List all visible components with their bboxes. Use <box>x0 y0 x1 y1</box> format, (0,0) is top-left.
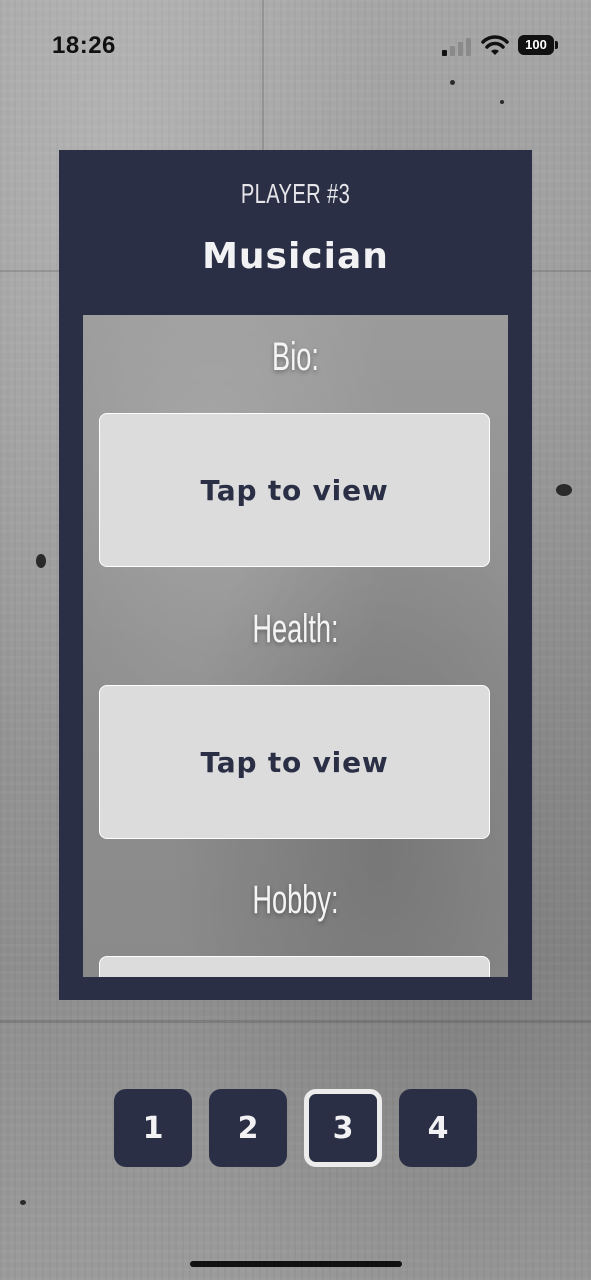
status-bar: 18:26 100 <box>0 0 591 92</box>
player-number-label: PLAYER #3 <box>240 178 351 209</box>
battery-level: 100 <box>518 35 554 55</box>
page-button-1[interactable]: 1 <box>114 1089 192 1167</box>
wall-pore <box>36 554 46 568</box>
status-time: 18:26 <box>52 32 116 59</box>
wall-seam <box>0 1020 591 1023</box>
page-button-3-active[interactable]: 3 <box>304 1089 382 1167</box>
battery-icon: 100 <box>518 35 560 57</box>
bio-tap-to-view-button[interactable]: Tap to view <box>99 413 490 567</box>
wall-pore <box>20 1200 26 1205</box>
wifi-icon <box>481 35 509 55</box>
section-label-bio: Bio: <box>272 335 319 379</box>
card-scroll-area[interactable]: Bio: Tap to view Health: Tap to view Hob… <box>83 315 508 977</box>
wall-pore <box>500 100 504 104</box>
cellular-signal-icon <box>442 38 471 56</box>
role-title: Musician <box>202 236 389 277</box>
wall-pore <box>556 484 572 496</box>
page-button-2[interactable]: 2 <box>209 1089 287 1167</box>
hobby-tap-to-view-button[interactable] <box>99 956 490 977</box>
player-pager: 1 2 3 4 <box>114 1089 477 1169</box>
section-label-hobby: Hobby: <box>252 878 339 922</box>
health-tap-to-view-button[interactable]: Tap to view <box>99 685 490 839</box>
player-card: PLAYER #3 Musician Bio: Tap to view Heal… <box>59 150 532 1000</box>
section-label-health: Health: <box>252 607 339 651</box>
home-indicator[interactable] <box>190 1261 402 1267</box>
page-button-4[interactable]: 4 <box>399 1089 477 1167</box>
battery-cap <box>555 41 558 49</box>
